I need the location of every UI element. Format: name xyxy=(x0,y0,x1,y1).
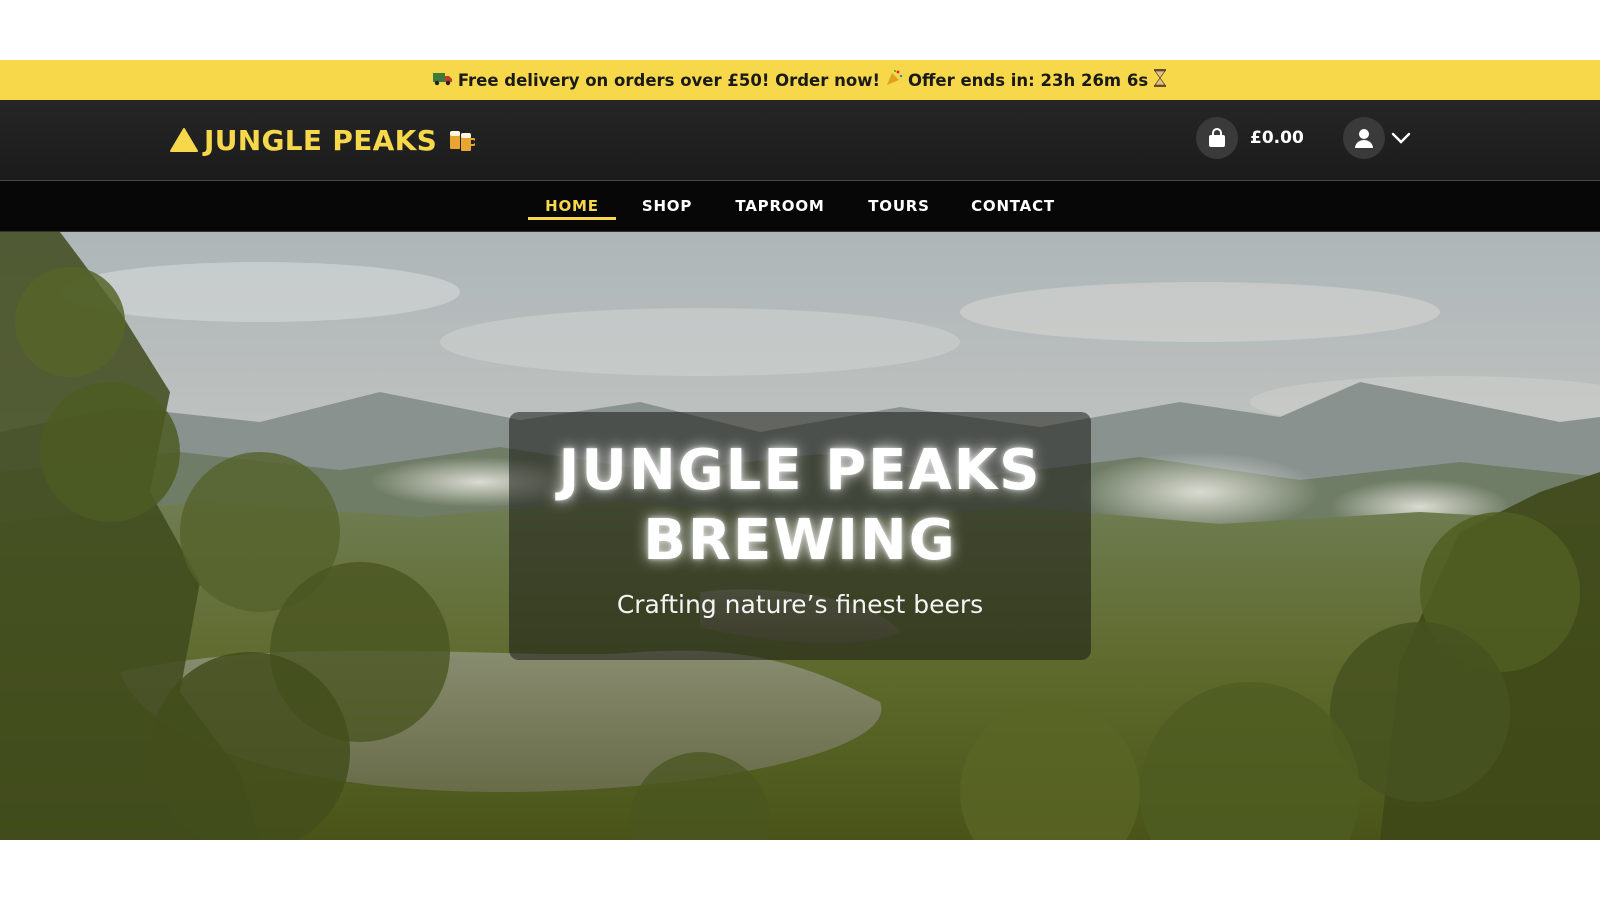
hourglass-icon xyxy=(1153,69,1167,91)
nav-item-contact[interactable]: CONTACT xyxy=(960,193,1066,219)
party-popper-icon xyxy=(885,69,903,91)
chevron-down-icon[interactable] xyxy=(1391,131,1411,145)
hero-title: JUNGLE PEAKS BREWING xyxy=(509,436,1091,576)
main-nav: HOME SHOP TAPROOM TOURS CONTACT xyxy=(0,180,1600,232)
offer-countdown: Offer ends in: 23h 26m 6s xyxy=(907,70,1149,90)
page: Free delivery on orders over £50! Order … xyxy=(0,0,1600,900)
cart-total[interactable]: £0.00 xyxy=(1250,128,1304,148)
truck-icon xyxy=(432,70,453,90)
user-icon[interactable] xyxy=(1343,117,1385,159)
account-menu[interactable] xyxy=(1343,117,1411,159)
hero-title-line-1: JUNGLE PEAKS xyxy=(558,438,1042,503)
nav-item-taproom[interactable]: TAPROOM xyxy=(725,193,835,219)
shopping-bag-icon[interactable] xyxy=(1196,117,1238,159)
logo[interactable]: JUNGLE PEAKS xyxy=(170,120,476,160)
site-header: JUNGLE PEAKS £0.00 xyxy=(0,100,1600,180)
hero-section: JUNGLE PEAKS BREWING Crafting nature’s f… xyxy=(0,232,1600,840)
logo-text: JUNGLE PEAKS xyxy=(204,123,438,157)
active-nav-indicator xyxy=(528,217,616,220)
warning-triangle-icon xyxy=(170,127,198,153)
hero-subtitle: Crafting nature’s finest beers xyxy=(616,590,984,619)
cart-button[interactable]: £0.00 xyxy=(1196,117,1304,159)
nav-item-shop[interactable]: SHOP xyxy=(630,193,704,219)
promo-text: Free delivery on orders over £50! Order … xyxy=(457,70,880,90)
nav-item-home[interactable]: HOME xyxy=(528,193,616,219)
hero-title-line-2: BREWING xyxy=(643,508,957,573)
nav-item-tours[interactable]: TOURS xyxy=(857,193,941,219)
beer-mugs-icon xyxy=(447,126,476,154)
hero-title-card: JUNGLE PEAKS BREWING Crafting nature’s f… xyxy=(509,412,1091,660)
promo-banner: Free delivery on orders over £50! Order … xyxy=(0,60,1600,100)
